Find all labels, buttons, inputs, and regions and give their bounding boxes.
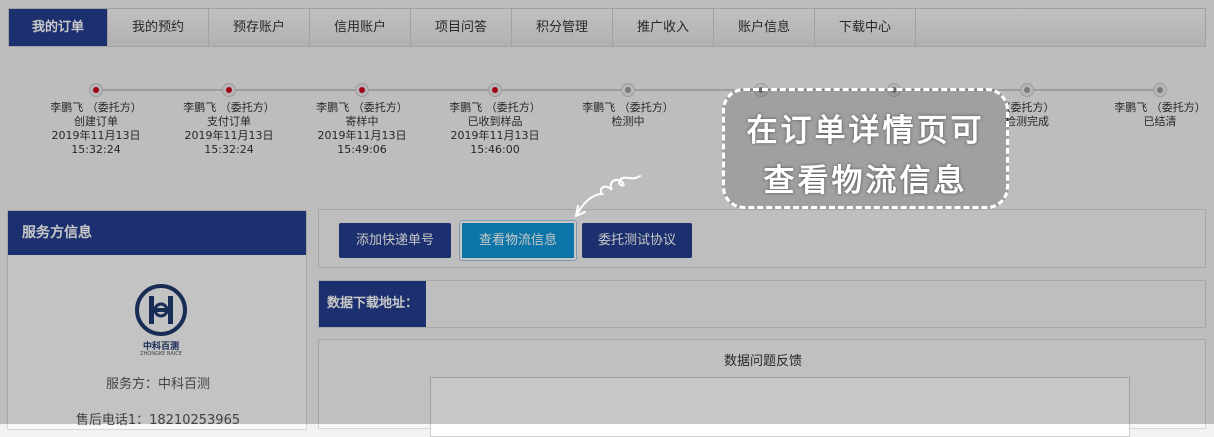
provider-phone: 售后电话1：18210253965: [75, 413, 241, 428]
provider-panel: 服务方信息 中科百测 ZHONGKE BAICE 服务方：中科百测 售后电话1：…: [7, 210, 307, 430]
pointer-arrow-icon: [575, 175, 641, 217]
timeline-actor: 李鹏飞 （委托方）: [449, 101, 541, 114]
timeline-status: 支付订单: [207, 115, 251, 128]
tutorial-callout: 在订单详情页可 查看物流信息: [722, 88, 1009, 209]
timeline-date: 2019年11月13日: [317, 129, 407, 142]
timeline-status: 检测中: [611, 115, 645, 128]
timeline-status: 创建订单: [74, 115, 118, 128]
timeline-actor: 李鹏飞 （委托方）: [1114, 101, 1206, 114]
data-feedback-title: 数据问题反馈: [723, 354, 802, 369]
timeline-time: 15:32:24: [204, 143, 254, 156]
data-download-label: 数据下载地址：: [319, 281, 426, 327]
timeline-step-2: 李鹏飞 （委托方） 支付订单 2019年11月13日 15:32:24: [164, 101, 294, 157]
tab-download-center[interactable]: 下载中心: [815, 9, 916, 46]
timeline-time: 15:32:24: [71, 143, 121, 156]
timeline-actor: 李鹏飞 （委托方）: [50, 101, 142, 114]
timeline-actor: 李鹏飞 （委托方）: [582, 101, 674, 114]
provider-logo-subtitle: ZHONGKE BAICE: [140, 351, 182, 357]
order-action-bar: 添加快递单号 查看物流信息 委托测试协议: [318, 209, 1206, 268]
timeline-status: 已结清: [1143, 115, 1177, 128]
callout-line-1: 在订单详情页可: [746, 113, 985, 149]
timeline-step-3: 李鹏飞 （委托方） 寄样中 2019年11月13日 15:49:06: [297, 101, 427, 157]
data-download-section: 数据下载地址：: [318, 280, 1206, 328]
timeline-node-3: [355, 83, 369, 97]
tab-project-qa[interactable]: 项目问答: [411, 9, 512, 46]
tab-my-reservations[interactable]: 我的预约: [108, 9, 209, 46]
timeline-node-4: [488, 83, 502, 97]
add-express-number-button[interactable]: 添加快递单号: [339, 223, 451, 258]
timeline-step-1: 李鹏飞 （委托方） 创建订单 2019年11月13日 15:32:24: [31, 101, 161, 157]
tab-credit-account[interactable]: 信用账户: [310, 9, 411, 46]
data-feedback-section: 数据问题反馈: [318, 339, 1206, 437]
tab-prepaid-account[interactable]: 预存账户: [209, 9, 310, 46]
timeline-time: 15:49:06: [337, 143, 387, 156]
timeline-actor: 李鹏飞 （委托方）: [316, 101, 408, 114]
timeline-date: 2019年11月13日: [450, 129, 540, 142]
timeline-date: 2019年11月13日: [184, 129, 274, 142]
timeline-node-10: [1153, 83, 1167, 97]
timeline-date: 2019年11月13日: [51, 129, 141, 142]
tab-account-info[interactable]: 账户信息: [714, 9, 815, 46]
provider-logo-icon: [135, 284, 187, 336]
timeline-time: 15:46:00: [470, 143, 520, 156]
view-logistics-button[interactable]: 查看物流信息: [460, 221, 576, 260]
provider-name: 服务方：中科百测: [105, 377, 210, 392]
provider-panel-title: 服务方信息: [8, 211, 306, 255]
callout-line-2: 查看物流信息: [763, 163, 968, 199]
tab-my-orders[interactable]: 我的订单: [9, 9, 108, 46]
timeline-status: 已收到样品: [467, 115, 523, 128]
timeline-node-5: [621, 83, 635, 97]
timeline-step-5: 李鹏飞 （委托方） 检测中: [563, 101, 693, 129]
timeline-node-1: [89, 83, 103, 97]
timeline-status: 寄样中: [345, 115, 379, 128]
timeline-actor: 李鹏飞 （委托方）: [183, 101, 275, 114]
tab-promotion-income[interactable]: 推广收入: [613, 9, 714, 46]
top-tab-bar: 我的订单 我的预约 预存账户 信用账户 项目问答 积分管理 推广收入 账户信息 …: [8, 8, 1206, 47]
feedback-textarea[interactable]: [430, 377, 1130, 437]
test-agreement-button[interactable]: 委托测试协议: [582, 223, 692, 258]
timeline-step-4: 李鹏飞 （委托方） 已收到样品 2019年11月13日 15:46:00: [430, 101, 560, 157]
tab-points[interactable]: 积分管理: [512, 9, 613, 46]
timeline-node-2: [222, 83, 236, 97]
timeline-node-9: [1020, 83, 1034, 97]
timeline-step-10: 李鹏飞 （委托方） 已结清: [1095, 101, 1214, 129]
